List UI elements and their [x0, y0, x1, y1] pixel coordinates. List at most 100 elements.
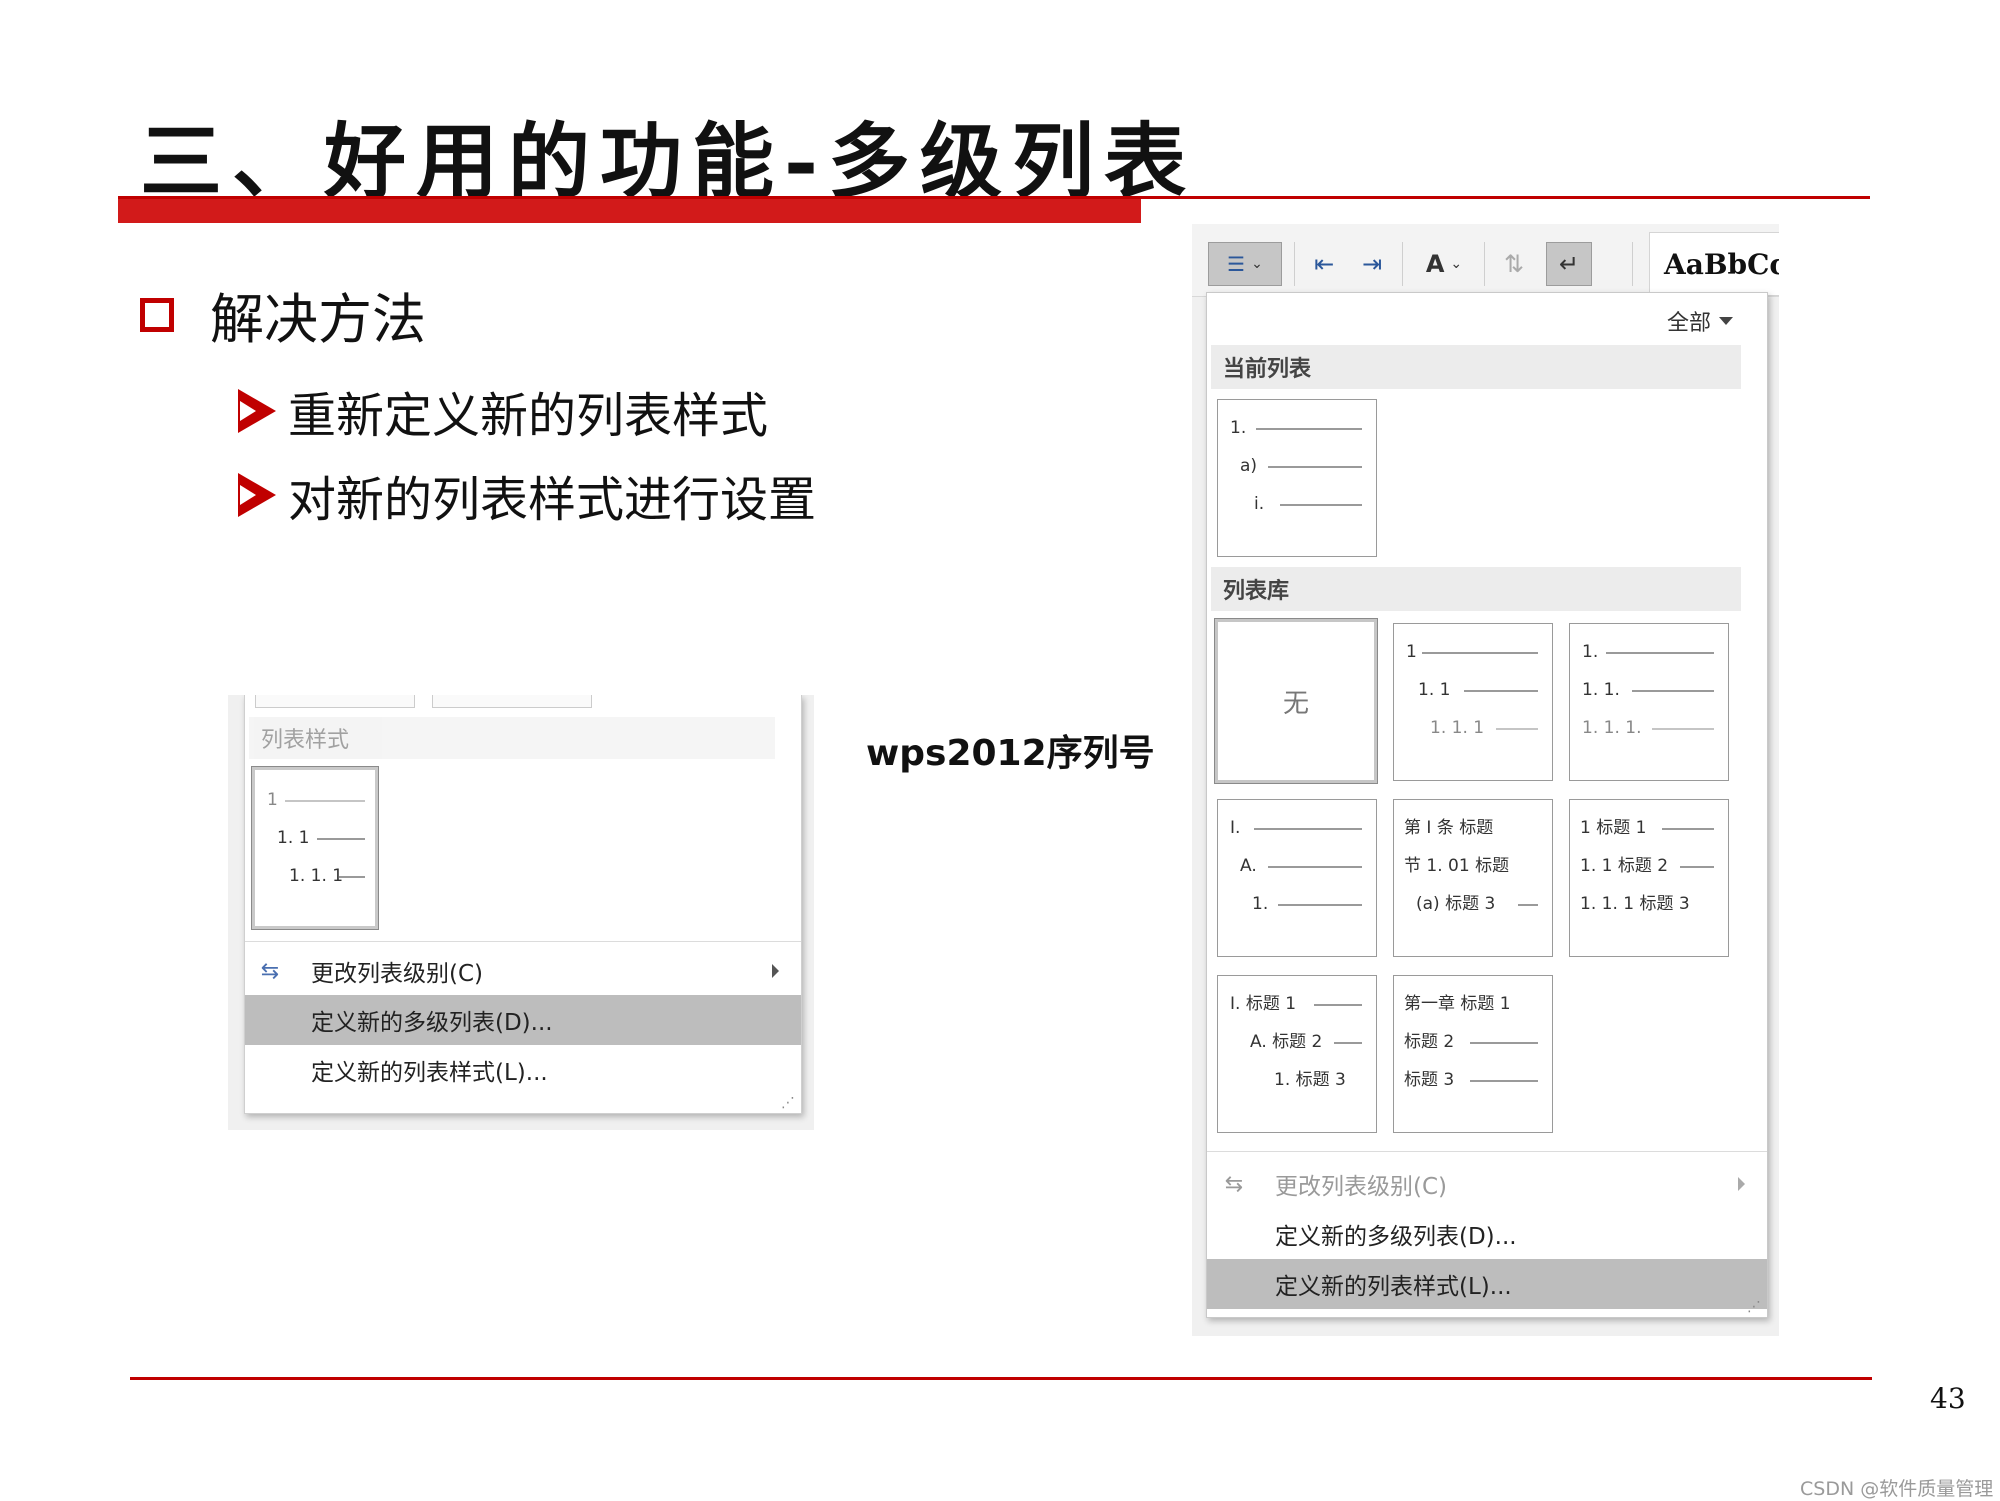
change-level-icon: ⇆	[260, 958, 280, 984]
sub-bullet-2-text: 对新的列表样式进行设置	[288, 472, 817, 528]
decrease-indent-icon: ⇤	[1313, 250, 1335, 278]
thumb-level-3: 1. 1. 1.	[1582, 718, 1642, 738]
menu-item-label: 定义新的多级列表(D)...	[1275, 1224, 1517, 1250]
library-thumb[interactable]: 第一章 标题 1 标题 2 标题 3	[1393, 975, 1553, 1133]
left-list-menu: 列表样式 1 1. 1 1. 1. 1 ⇆ 更改列表级别(C) 定义新的多级列表…	[244, 695, 802, 1114]
thumb-level-2: 1. 1	[277, 828, 310, 848]
increase-indent-icon: ⇥	[1361, 250, 1383, 278]
thumb-level-3: 1. 1. 1 标题 3	[1580, 894, 1690, 914]
thumb-level-1: 1	[1406, 642, 1417, 662]
library-thumb[interactable]: 1. 1. 1. 1. 1. 1.	[1569, 623, 1729, 781]
library-thumb[interactable]: I. A. 1.	[1217, 799, 1377, 957]
increase-indent-button[interactable]: ⇥	[1352, 242, 1392, 286]
library-thumb[interactable]: I. 标题 1 A. 标题 2 1. 标题 3	[1217, 975, 1377, 1133]
style-preview[interactable]: AaBbCc	[1649, 232, 1779, 296]
thumb-level-1: 1	[267, 790, 278, 810]
ribbon-toolbar: ☰ ⌄ ⇤ ⇥ A ⌄ ⇅ ↵ AaBbCc	[1192, 224, 1779, 297]
library-thumb[interactable]: 1 1. 1 1. 1. 1	[1393, 623, 1553, 781]
thumb-level-1: I.	[1230, 818, 1241, 838]
thumb-level-1: 1.	[1230, 418, 1247, 438]
menu-item-label: 定义新的多级列表(D)...	[311, 1010, 553, 1036]
menu-item-define-multilevel[interactable]: 定义新的多级列表(D)...	[1207, 1209, 1767, 1259]
resize-grip-icon[interactable]: ⋰	[1747, 1299, 1761, 1315]
menu-item-label: 更改列表级别(C)	[1275, 1174, 1448, 1200]
text-direction-button[interactable]: A ⌄	[1412, 242, 1476, 286]
menu-item-define-list-style[interactable]: 定义新的列表样式(L)...	[1207, 1259, 1767, 1309]
current-list-thumb[interactable]: 1. a) i.	[1217, 399, 1377, 557]
thumb-level-1: 第 I 条 标题	[1404, 818, 1494, 838]
menu-item-label: 定义新的列表样式(L)...	[311, 1060, 548, 1086]
none-label: 无	[1282, 688, 1309, 719]
thumb-level-2: a)	[1240, 456, 1258, 476]
section-header-current-list: 当前列表	[1211, 345, 1741, 389]
thumb-level-3: 1. 1. 1	[1430, 718, 1485, 738]
thumb-level-1: 1 标题 1	[1580, 818, 1647, 838]
menu-divider	[245, 941, 801, 942]
filter-dropdown[interactable]: 全部	[1667, 305, 1733, 337]
resize-grip-icon[interactable]: ⋰	[781, 1095, 795, 1111]
section-header-label: 列表库	[1223, 579, 1290, 604]
decrease-indent-button[interactable]: ⇤	[1304, 242, 1344, 286]
title-accent-bar	[118, 199, 1141, 223]
thumb-level-3: 标题 3	[1404, 1070, 1455, 1090]
thumb-level-2: 节 1. 01 标题	[1404, 856, 1510, 876]
filter-label: 全部	[1666, 311, 1711, 336]
bullet-main: 解决方法	[140, 275, 426, 354]
section-header-label: 当前列表	[1223, 357, 1312, 382]
library-thumb-none[interactable]: 无	[1214, 618, 1378, 784]
list-style-thumb[interactable]: 1 1. 1 1. 1. 1	[251, 766, 379, 930]
thumb-level-3: 1.	[1252, 894, 1269, 914]
thumb-level-2: 1. 1	[1418, 680, 1451, 700]
section-header-list-library: 列表库	[1211, 567, 1741, 611]
sub-bullet-1-text: 重新定义新的列表样式	[288, 388, 769, 444]
right-list-menu: 全部 当前列表 1. a) i. 列表库 无 1 1. 1 1. 1. 1 1.…	[1206, 292, 1768, 1318]
sub-bullet-2: 对新的列表样式进行设置	[238, 460, 816, 530]
screenshot-label: wps2012序列号	[866, 733, 1155, 774]
sort-button[interactable]: ⇅	[1494, 242, 1534, 286]
thumb-level-2: 1. 1.	[1582, 680, 1620, 700]
menu-item-label: 定义新的列表样式(L)...	[1275, 1274, 1512, 1300]
arrow-bullet-icon	[238, 473, 276, 517]
thumb-level-1: 第一章 标题 1	[1404, 994, 1511, 1014]
sort-icon: ⇅	[1503, 250, 1525, 278]
section-header-list-styles: 列表样式	[249, 717, 775, 759]
ghost-thumb	[255, 695, 415, 708]
paragraph-mark-icon: ↵	[1558, 250, 1580, 278]
thumb-level-2: 1. 1 标题 2	[1580, 856, 1669, 876]
sub-bullet-1: 重新定义新的列表样式	[238, 376, 768, 446]
text-direction-icon: A	[1425, 250, 1445, 278]
left-screenshot: 列表样式 1 1. 1 1. 1. 1 ⇆ 更改列表级别(C) 定义新的多级列表…	[228, 695, 814, 1130]
watermark: CSDN @软件质量管理	[1800, 1478, 1994, 1500]
right-screenshot: ☰ ⌄ ⇤ ⇥ A ⌄ ⇅ ↵ AaBbCc 全部 当前列表 1. a) i. …	[1192, 224, 1779, 1336]
thumb-level-3: 1. 标题 3	[1274, 1070, 1346, 1090]
chevron-down-icon: ⌄	[1251, 256, 1263, 272]
multilevel-list-icon: ☰	[1227, 252, 1246, 276]
thumb-level-1: I. 标题 1	[1230, 994, 1297, 1014]
square-bullet-icon	[140, 297, 174, 332]
change-level-icon: ⇆	[1224, 1171, 1244, 1197]
thumb-level-2: A.	[1240, 856, 1257, 876]
submenu-arrow-icon	[772, 964, 779, 978]
page-number: 43	[1930, 1382, 1966, 1415]
footer-line	[130, 1377, 1872, 1380]
chevron-down-icon: ⌄	[1450, 256, 1463, 272]
thumb-level-3: (a) 标题 3	[1416, 894, 1496, 914]
menu-item-change-level[interactable]: ⇆ 更改列表级别(C)	[245, 947, 801, 995]
library-thumb[interactable]: 1 标题 1 1. 1 标题 2 1. 1. 1 标题 3	[1569, 799, 1729, 957]
arrow-bullet-icon	[238, 389, 276, 433]
menu-divider	[1207, 1151, 1767, 1152]
thumb-level-3: 1. 1. 1	[289, 866, 344, 886]
menu-item-define-list-style[interactable]: 定义新的列表样式(L)...	[245, 1045, 801, 1095]
section-header-label: 列表样式	[261, 728, 350, 753]
menu-item-label: 更改列表级别(C)	[311, 961, 484, 987]
submenu-arrow-icon	[1738, 1177, 1745, 1191]
menu-item-define-multilevel[interactable]: 定义新的多级列表(D)...	[245, 995, 801, 1045]
menu-item-change-level[interactable]: ⇆ 更改列表级别(C)	[1207, 1159, 1767, 1209]
thumb-level-2: A. 标题 2	[1250, 1032, 1323, 1052]
thumb-level-2: 标题 2	[1404, 1032, 1455, 1052]
show-marks-button[interactable]: ↵	[1546, 242, 1592, 286]
caret-down-icon	[1719, 317, 1733, 325]
library-thumb[interactable]: 第 I 条 标题 节 1. 01 标题 (a) 标题 3	[1393, 799, 1553, 957]
bullet-main-text: 解决方法	[210, 288, 426, 351]
multilevel-list-button[interactable]: ☰ ⌄	[1208, 242, 1282, 286]
